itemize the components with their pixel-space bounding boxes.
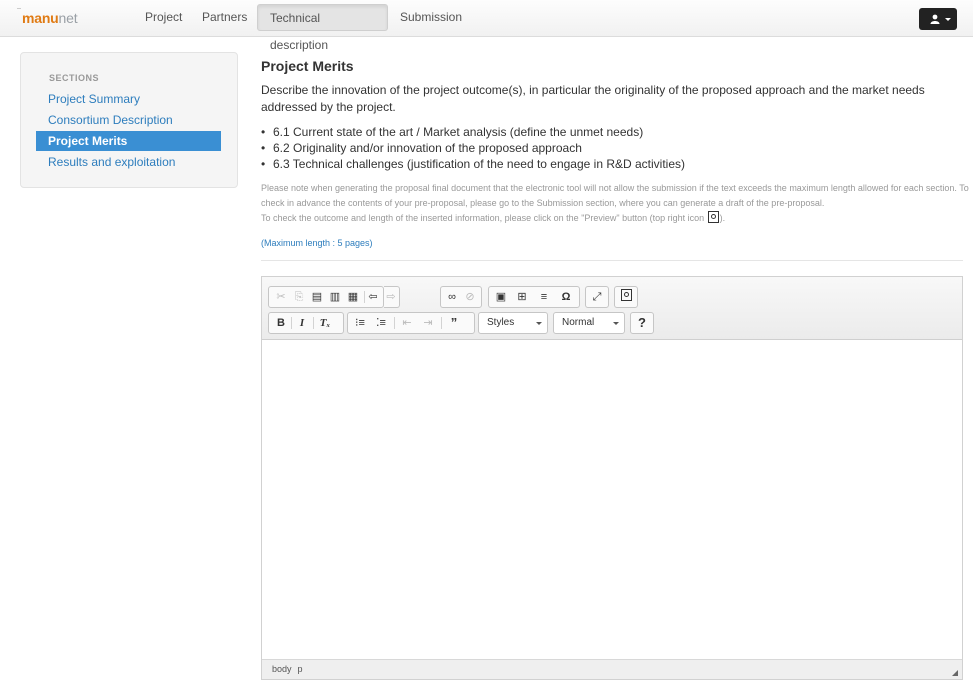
resize-grip-icon[interactable] [952,670,958,676]
bulleted-list-icon[interactable]: ⁚≡ [372,313,390,333]
editor-toolbar: ✂ ⎘ ▤ ▥ ▦ ⇦ ⇨ ∞ ⊘ ▣ ⊞ ≡ Ω ⤢ B I Tₓ ⁝≡ ⁚≡… [262,277,962,340]
editor-status-bar: body p [262,659,962,679]
max-length-note: (Maximum length : 5 pages) [261,238,373,248]
blockquote-icon[interactable]: ” [445,313,463,333]
remove-format-icon[interactable]: Tₓ [316,313,334,333]
element-path-body[interactable]: body [272,664,292,674]
element-path-p[interactable]: p [298,664,303,674]
unlink-icon[interactable]: ⊘ [461,287,479,307]
nav-partners[interactable]: Partners [190,4,259,31]
cut-icon[interactable]: ✂ [272,287,290,307]
sidebar-item-results-exploitation[interactable]: Results and exploitation [36,152,221,172]
undo-icon[interactable]: ⇦ [366,287,380,307]
bold-icon[interactable]: B [272,313,290,333]
submission-note: Please note when generating the proposal… [261,181,969,226]
paste-word-icon[interactable]: ▦ [344,287,362,307]
format-dropdown[interactable]: Normal [553,312,625,334]
maximize-icon[interactable]: ⤢ [588,287,606,307]
paste-text-icon[interactable]: ▥ [326,287,344,307]
indent-icon[interactable]: ⇥ [419,313,437,333]
sections-sidebar: SECTIONS Project Summary Consortium Desc… [20,52,238,188]
nav-technical-description[interactable]: Technical description [257,4,388,52]
chevron-down-icon [945,18,951,21]
redo-icon[interactable]: ⇨ [384,287,398,307]
sidebar-item-consortium-description[interactable]: Consortium Description [36,110,221,130]
note-text-end: ). [719,213,726,223]
links-group: ∞ ⊘ [440,286,482,308]
help-group: ? [630,312,654,334]
sidebar-item-project-summary[interactable]: Project Summary [36,89,221,109]
list-item: 6.1 Current state of the art / Market an… [261,124,685,140]
numbered-list-icon[interactable]: ⁝≡ [351,313,369,333]
chevron-down-icon [613,322,619,325]
maximize-group: ⤢ [585,286,609,308]
brand-logo[interactable]: manunet [17,8,78,26]
clipboard-group: ✂ ⎘ ▤ ▥ ▦ ⇦ [268,286,384,308]
link-icon[interactable]: ∞ [443,287,461,307]
brand-logo-part1: manu [22,10,59,26]
basic-styles-group: B I Tₓ [268,312,344,334]
sidebar-header: SECTIONS [49,73,100,83]
chevron-down-icon [536,322,542,325]
nav-submission[interactable]: Submission [388,4,474,31]
list-item: 6.2 Originality and/or innovation of the… [261,140,685,156]
editor-content-area[interactable] [262,340,962,661]
top-navbar: manunet Project Partners Technical descr… [0,0,973,52]
preview-icon [707,211,719,223]
image-icon[interactable]: ▣ [492,287,510,307]
insert-group: ▣ ⊞ ≡ Ω [488,286,580,308]
table-icon[interactable]: ⊞ [513,287,531,307]
special-char-icon[interactable]: Ω [557,287,575,307]
format-dropdown-label: Normal [562,317,595,328]
list-item: 6.3 Technical challenges (justification … [261,156,685,172]
copy-icon[interactable]: ⎘ [290,287,308,307]
note-text-preview: To check the outcome and length of the i… [261,213,705,223]
italic-icon[interactable]: I [293,313,311,333]
preview-button[interactable] [617,287,635,307]
horizontal-line-icon[interactable]: ≡ [535,287,553,307]
styles-dropdown-label: Styles [487,317,515,328]
page-title: Project Merits [261,58,354,74]
note-text: Please note when generating the proposal… [261,183,969,208]
section-description: Describe the innovation of the project o… [261,83,925,114]
paste-icon[interactable]: ▤ [308,287,326,307]
styles-dropdown[interactable]: Styles [478,312,548,334]
sidebar-item-project-merits[interactable]: Project Merits [36,131,221,151]
help-button[interactable]: ? [633,313,651,333]
requirements-list: 6.1 Current state of the art / Market an… [261,124,685,172]
user-menu-button[interactable] [919,8,957,30]
outdent-icon[interactable]: ⇤ [398,313,416,333]
preview-icon [620,289,632,301]
preview-group [614,286,638,308]
redo-group: ⇨ [384,286,400,308]
brand-logo-part2: net [58,10,78,26]
rich-text-editor: ✂ ⎘ ▤ ▥ ▦ ⇦ ⇨ ∞ ⊘ ▣ ⊞ ≡ Ω ⤢ B I Tₓ ⁝≡ ⁚≡… [261,276,963,680]
divider [261,260,963,261]
nav-project[interactable]: Project [133,4,194,31]
paragraph-group: ⁝≡ ⁚≡ ⇤ ⇥ ” [347,312,475,334]
user-icon [930,14,940,24]
